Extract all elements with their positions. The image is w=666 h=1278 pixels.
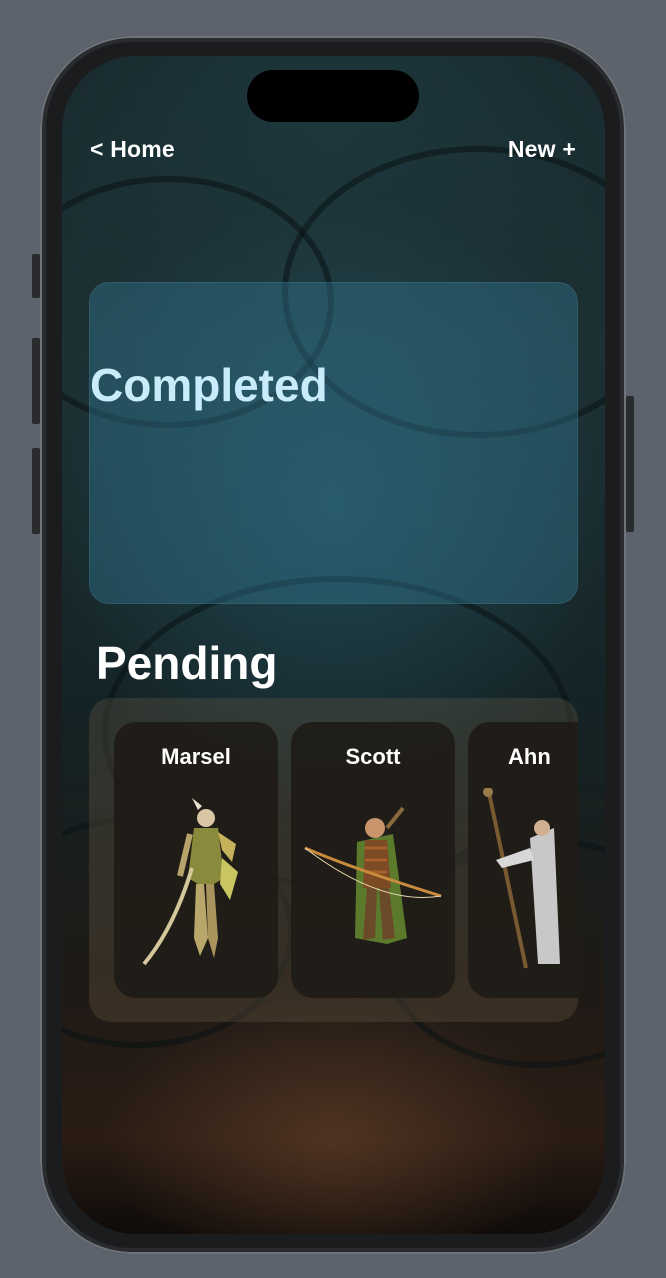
home-back-button[interactable]: < Home — [90, 136, 175, 163]
character-name: Ahn — [508, 744, 551, 769]
character-card[interactable]: Ahn — [468, 722, 578, 998]
power-button — [626, 396, 634, 532]
pending-carousel[interactable]: Marsel Scott Ahn — [89, 698, 578, 1022]
volume-up-button — [32, 338, 40, 424]
elf-warrior-figure-icon — [142, 798, 238, 966]
archer-figure-icon — [304, 806, 442, 944]
new-button[interactable]: New + — [508, 136, 576, 163]
action-button — [32, 254, 40, 298]
app-screen: < Home New + Completed Pending Marsel Sc… — [62, 56, 605, 1234]
completed-title: Completed — [90, 359, 328, 411]
character-card[interactable]: Scott — [291, 722, 455, 998]
character-name: Scott — [345, 744, 401, 769]
volume-down-button — [32, 448, 40, 534]
completed-card[interactable] — [89, 282, 578, 604]
character-name: Marsel — [161, 744, 231, 769]
wizard-figure-icon — [483, 788, 560, 969]
dynamic-island — [247, 70, 419, 122]
pending-title: Pending — [96, 637, 278, 689]
character-card[interactable]: Marsel — [114, 722, 278, 998]
